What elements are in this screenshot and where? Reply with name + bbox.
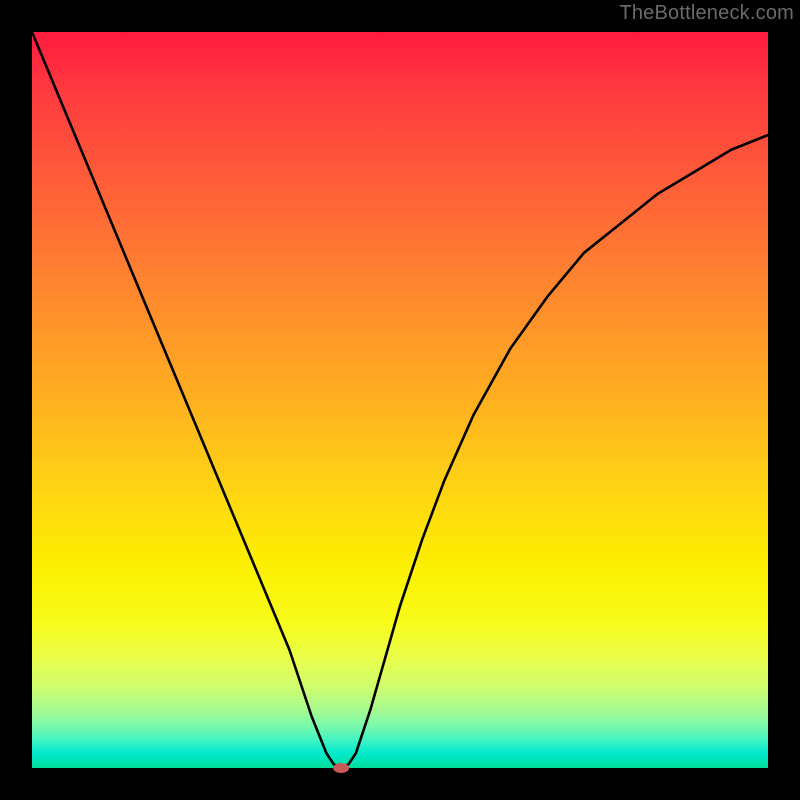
- plot-area: [32, 32, 768, 768]
- bottleneck-curve: [32, 32, 768, 768]
- watermark-text: TheBottleneck.com: [619, 2, 794, 25]
- chart-svg: [32, 32, 768, 768]
- optimal-point-marker: [333, 763, 349, 773]
- chart-frame: TheBottleneck.com: [0, 0, 800, 800]
